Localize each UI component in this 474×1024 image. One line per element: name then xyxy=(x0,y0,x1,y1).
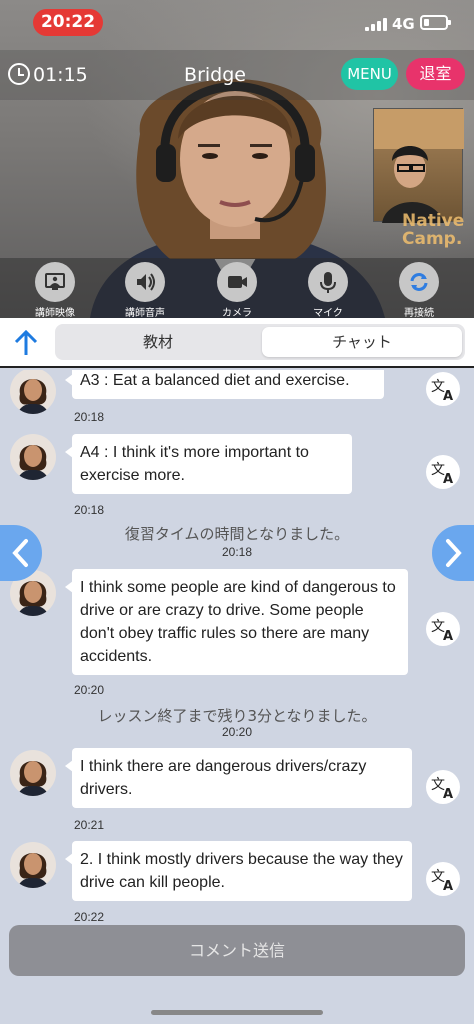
tab-material[interactable]: 教材 xyxy=(58,327,258,357)
segmented-control: 教材 チャット xyxy=(55,324,465,360)
battery-icon xyxy=(420,15,451,30)
reconnect-button[interactable]: 再接続 xyxy=(384,262,454,319)
network-type: 4G xyxy=(392,15,415,33)
student-camera-preview xyxy=(373,108,464,223)
message-time: 20:18 xyxy=(74,410,105,424)
avatar xyxy=(10,842,56,888)
teacher-name: Bridge xyxy=(184,64,246,86)
system-message: 復習タイムの時間となりました。 xyxy=(124,525,350,543)
avatar xyxy=(10,434,56,480)
send-comment-button[interactable]: コメント送信 xyxy=(9,925,465,976)
chevron-right-icon xyxy=(446,539,462,567)
svg-text:A: A xyxy=(443,389,453,404)
control-label: 講師映像 xyxy=(35,308,75,319)
message-time: 20:18 xyxy=(74,503,105,517)
message-time: 20:22 xyxy=(74,910,105,922)
microphone-toggle[interactable]: マイク xyxy=(293,262,363,319)
translate-icon[interactable]: 文A xyxy=(426,770,460,804)
translate-icon[interactable]: 文A xyxy=(426,455,460,489)
svg-text:A: A xyxy=(443,879,453,894)
speaker-icon xyxy=(125,262,165,302)
chat-message: 2. I think mostly drivers because the wa… xyxy=(65,841,412,901)
microphone-icon xyxy=(308,262,348,302)
previous-page-button[interactable] xyxy=(0,525,42,581)
student-video-image xyxy=(374,109,464,223)
arrow-up-icon[interactable] xyxy=(12,328,40,358)
clock-icon xyxy=(8,63,30,85)
svg-text:A: A xyxy=(443,787,453,802)
home-indicator xyxy=(151,1010,323,1015)
exit-button[interactable]: 退室 xyxy=(406,58,465,90)
translate-icon[interactable]: 文A xyxy=(426,612,460,646)
screen-icon xyxy=(35,262,75,302)
camera-toggle[interactable]: カメラ xyxy=(202,262,272,319)
system-message: レッスン終了まで残り3分となりました。 xyxy=(97,707,377,725)
nativecamp-watermark: Native Camp. xyxy=(402,211,465,249)
tab-chat[interactable]: チャット xyxy=(262,327,462,357)
chat-message: A3 : Eat a balanced diet and exercise. xyxy=(65,370,384,399)
control-label: 講師音声 xyxy=(125,308,165,319)
avatar xyxy=(10,370,56,414)
next-page-button[interactable] xyxy=(432,525,474,581)
chevron-left-icon xyxy=(12,539,28,567)
teacher-video-toggle[interactable]: 講師映像 xyxy=(20,262,90,319)
system-message-time: 20:20 xyxy=(221,725,253,739)
message-time: 20:20 xyxy=(74,683,105,697)
control-label: 再接続 xyxy=(404,308,434,319)
camera-icon xyxy=(217,262,257,302)
chat-message: A4 : I think it's more important to exer… xyxy=(65,434,352,494)
translate-icon[interactable]: 文A xyxy=(426,862,460,896)
status-time: 20:22 xyxy=(33,9,103,36)
control-label: マイク xyxy=(313,308,343,319)
teacher-audio-toggle[interactable]: 講師音声 xyxy=(110,262,180,319)
chat-message: I think there are dangerous drivers/craz… xyxy=(65,748,412,808)
lesson-timer: 01:15 xyxy=(33,64,88,86)
status-bar: 20:22 4G xyxy=(0,0,474,44)
svg-text:A: A xyxy=(443,472,453,487)
avatar xyxy=(10,750,56,796)
translate-icon[interactable]: 文A xyxy=(426,372,460,406)
message-time: 20:21 xyxy=(74,818,105,832)
chat-log[interactable]: A3 : Eat a balanced diet and exercise. 2… xyxy=(0,370,474,922)
signal-icon xyxy=(365,17,387,31)
system-message-time: 20:18 xyxy=(221,545,253,559)
svg-text:A: A xyxy=(443,629,453,644)
refresh-icon xyxy=(399,262,439,302)
content-tab-bar: 教材 チャット xyxy=(0,318,474,368)
menu-button[interactable]: MENU xyxy=(341,58,398,90)
chat-message: I think some people are kind of dangerou… xyxy=(65,569,408,675)
control-label: カメラ xyxy=(222,308,252,319)
